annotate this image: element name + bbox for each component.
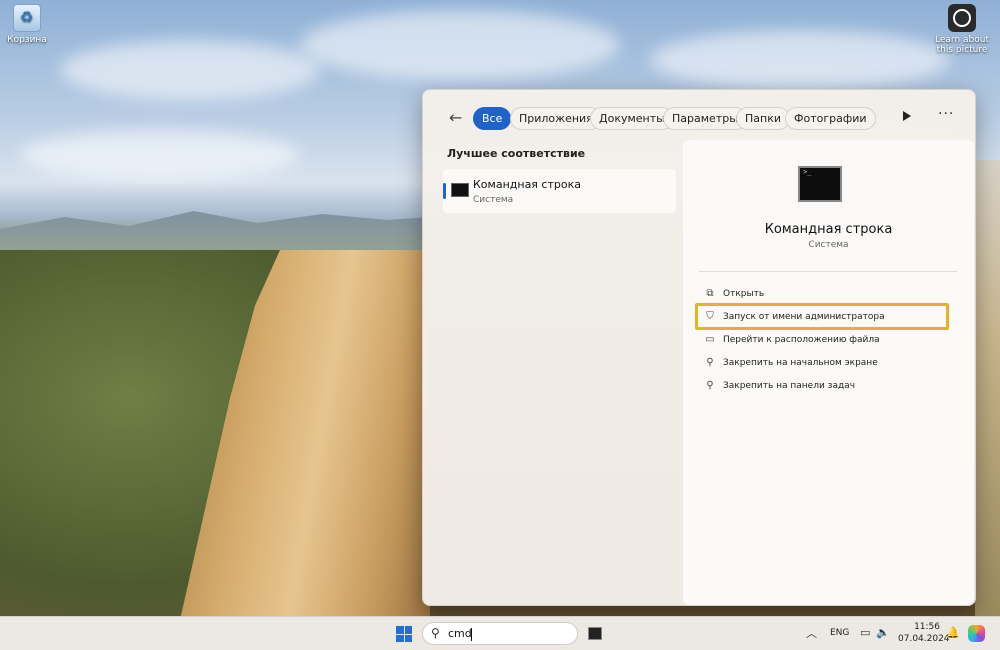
- action-pin-to-start[interactable]: ⚲ Закрепить на начальном экране: [703, 352, 943, 374]
- filter-chip-all[interactable]: Все: [473, 107, 512, 130]
- divider: [699, 271, 957, 272]
- action-pin-to-taskbar[interactable]: ⚲ Закрепить на панели задач: [703, 375, 943, 397]
- command-prompt-icon: [451, 183, 469, 197]
- play-icon[interactable]: [903, 111, 911, 121]
- recycle-bin-icon: [13, 4, 41, 32]
- open-icon: ⧉: [706, 288, 714, 299]
- selection-indicator: [443, 183, 446, 199]
- copilot-icon[interactable]: [968, 625, 985, 642]
- taskbar-search-input[interactable]: ⚲ cmd: [422, 622, 578, 645]
- back-arrow-icon[interactable]: ←: [449, 108, 462, 127]
- clock-time: 11:56: [914, 622, 940, 632]
- text-caret: [471, 628, 472, 641]
- filter-chip-apps[interactable]: Приложения: [510, 107, 602, 130]
- desktop-icon-recycle-bin[interactable]: Корзина: [0, 4, 57, 45]
- pin-icon: ⚲: [706, 380, 714, 391]
- action-open[interactable]: ⧉ Открыть: [703, 283, 943, 305]
- action-label: Запуск от имени администратора: [723, 312, 885, 322]
- detail-title: Командная строка: [764, 222, 893, 237]
- desktop-icon-learn-about-picture[interactable]: Learn about this picture: [932, 4, 992, 55]
- best-match-title: Командная строка: [473, 178, 581, 191]
- notification-bell-icon[interactable]: 🔔: [946, 626, 960, 639]
- taskbar: ⚲ cmd ︿ ENG ▭ 🔈 11:56 07.04.2024 🔔: [0, 616, 1000, 650]
- action-label: Открыть: [723, 289, 765, 299]
- search-value: cmd: [448, 627, 472, 640]
- filter-chip-settings[interactable]: Параметры: [663, 107, 747, 130]
- best-match-subtitle: Система: [473, 195, 514, 205]
- filter-chip-documents[interactable]: Документы: [590, 107, 674, 130]
- command-prompt-icon: [798, 166, 842, 202]
- filter-bar: ← Все Приложения Документы Параметры Пап…: [423, 104, 975, 134]
- filter-chip-folders[interactable]: Папки: [736, 107, 790, 130]
- detail-subtitle: Система: [808, 240, 849, 250]
- more-options-icon[interactable]: ···: [938, 106, 954, 122]
- language-indicator[interactable]: ENG: [830, 628, 849, 638]
- command-prompt-taskbar-icon[interactable]: [588, 627, 602, 640]
- folder-icon: ▭: [705, 334, 715, 345]
- clock[interactable]: 11:56 07.04.2024: [898, 621, 950, 645]
- filter-chip-photos[interactable]: Фотографии: [785, 107, 876, 130]
- clock-date: 07.04.2024: [898, 634, 950, 644]
- pin-icon: ⚲: [706, 357, 714, 368]
- action-open-file-location[interactable]: ▭ Перейти к расположению файла: [703, 329, 943, 351]
- action-run-as-admin[interactable]: ⛉ Запуск от имени администратора: [695, 303, 949, 330]
- detail-pane: Командная строка Система ⧉ Открыть ⛉ Зап…: [683, 140, 974, 605]
- best-match-item[interactable]: Командная строка Система: [443, 169, 676, 213]
- chevron-up-icon[interactable]: ︿: [806, 625, 817, 641]
- action-label: Закрепить на панели задач: [723, 381, 856, 391]
- windows-start-icon[interactable]: [396, 626, 412, 642]
- shield-icon: ⛉: [706, 311, 714, 322]
- desktop-icon-label: Корзина: [7, 35, 47, 45]
- best-match-heading: Лучшее соответствие: [447, 147, 586, 160]
- network-icon[interactable]: ▭: [860, 626, 870, 639]
- action-label: Закрепить на начальном экране: [723, 358, 878, 368]
- camera-icon: [948, 4, 976, 32]
- search-panel: ← Все Приложения Документы Параметры Пап…: [422, 89, 976, 606]
- desktop-icon-label: Learn about this picture: [935, 35, 989, 55]
- action-label: Перейти к расположению файла: [723, 335, 880, 345]
- volume-icon[interactable]: 🔈: [876, 626, 890, 639]
- search-icon: ⚲: [431, 626, 440, 640]
